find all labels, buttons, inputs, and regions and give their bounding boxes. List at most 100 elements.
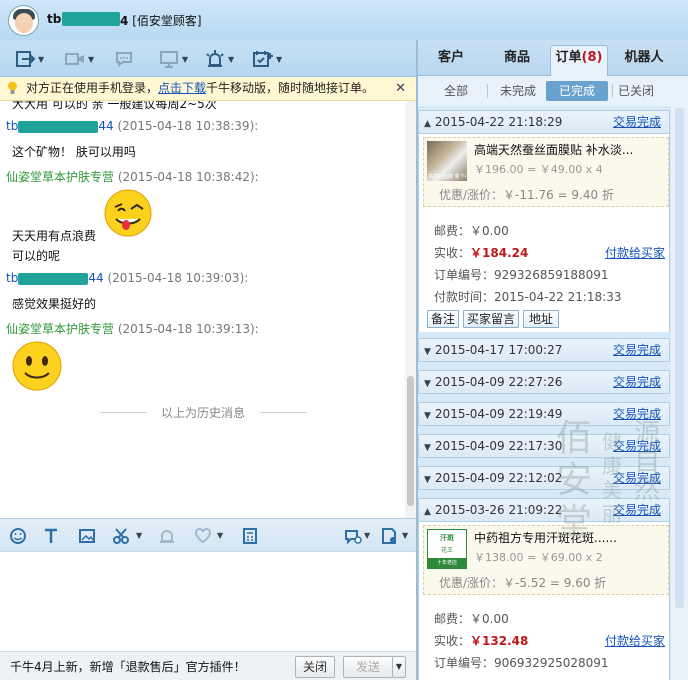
expand-arrow-icon[interactable]: ▼ bbox=[424, 379, 431, 389]
order-header[interactable]: ▼ 2015-04-09 22:27:26 交易完成 bbox=[418, 370, 670, 394]
document-settings-icon[interactable] bbox=[380, 527, 398, 545]
order-status-link[interactable]: 交易完成 bbox=[613, 467, 661, 489]
message-time: (2015-04-18 10:38:39): bbox=[117, 119, 259, 133]
message-text: 天天用有点浪费 bbox=[12, 229, 97, 243]
group-chat-button[interactable] bbox=[114, 48, 136, 70]
order-status-link[interactable]: 交易完成 bbox=[613, 371, 661, 393]
expand-arrow-icon[interactable]: ▼ bbox=[424, 347, 431, 357]
font-icon[interactable] bbox=[42, 527, 60, 545]
scissors-icon[interactable] bbox=[112, 527, 130, 545]
postage-row: 邮费：￥0.00 bbox=[434, 612, 509, 626]
notice-text-tail: 千牛移动版，随时随地接订单。 bbox=[206, 81, 375, 95]
product-title[interactable]: 中药祖方专用汗斑花斑...... bbox=[474, 529, 617, 546]
grin-tongue-emoji-icon bbox=[104, 189, 152, 237]
order-status-link[interactable]: 交易完成 bbox=[613, 339, 661, 361]
order-header[interactable]: ▼ 2015-04-17 17:00:27 交易完成 bbox=[418, 338, 670, 362]
alert-button[interactable]: ▼ bbox=[204, 48, 234, 70]
note-button[interactable]: 备注 bbox=[427, 310, 459, 328]
tab-customer[interactable]: 客户 bbox=[430, 48, 472, 76]
orders-scrollbar[interactable] bbox=[671, 106, 688, 680]
calculator-icon[interactable] bbox=[241, 527, 259, 545]
filter-all[interactable]: 全部 bbox=[438, 81, 474, 101]
sender-name: 仙姿堂草本护肤专营 bbox=[6, 170, 115, 184]
message-time: (2015-04-18 10:39:03): bbox=[107, 271, 249, 285]
chat-bubble-icon bbox=[116, 52, 132, 67]
quick-reply-icon[interactable] bbox=[344, 527, 362, 545]
emoji-icon[interactable] bbox=[9, 527, 27, 545]
expand-arrow-icon[interactable]: ▼ bbox=[424, 411, 431, 421]
bottom-bar: 千牛4月上新，新增「退款售后」官方插件！ 关闭 发送 ▼ bbox=[0, 651, 416, 680]
chevron-down-icon[interactable]: ▼ bbox=[136, 531, 142, 540]
video-call-button[interactable]: ▼ bbox=[64, 48, 94, 70]
expand-arrow-icon[interactable]: ▼ bbox=[424, 475, 431, 485]
postage-row: 邮费：￥0.00 bbox=[434, 224, 509, 238]
chevron-down-icon[interactable]: ▼ bbox=[217, 531, 223, 540]
order-header[interactable]: ▼ 2015-04-09 22:17:30 交易完成 bbox=[418, 434, 670, 458]
buyer-message-button[interactable]: 买家留言 bbox=[463, 310, 519, 328]
add-schedule-button[interactable]: ▼ bbox=[252, 48, 282, 70]
alarm-light-icon bbox=[206, 50, 224, 67]
product-item[interactable]: 汗斑 花王 十年老店 中药祖方专用汗斑花斑...... ￥138.00 = ￥6… bbox=[423, 525, 669, 595]
redacted-name-mask bbox=[62, 12, 120, 26]
filter-unfinished[interactable]: 未完成 bbox=[496, 81, 540, 101]
order-count-badge: (8) bbox=[581, 50, 603, 65]
close-notice-icon[interactable]: ✕ bbox=[395, 77, 406, 100]
discount-info: 优惠/涨价：￥-11.76 = 9.40 折 bbox=[439, 188, 614, 202]
close-button[interactable]: 关闭 bbox=[295, 656, 335, 678]
message-text: 大大用 可以的 亲 一般建议每周2~5次 bbox=[12, 101, 217, 111]
discount-info: 优惠/涨价：￥-5.52 = 9.60 折 bbox=[439, 576, 607, 590]
address-button[interactable]: 地址 bbox=[523, 310, 559, 328]
pay-buyer-link[interactable]: 付款给买家 bbox=[605, 632, 665, 649]
product-title[interactable]: 高端天然蚕丝面膜贴 补水淡... bbox=[474, 141, 633, 158]
order-header[interactable]: ▲ 2015-04-22 21:18:29 交易完成 bbox=[418, 110, 670, 134]
message-input[interactable] bbox=[0, 552, 416, 651]
order-status-link[interactable]: 交易完成 bbox=[613, 403, 661, 425]
chevron-down-icon[interactable]: ▼ bbox=[364, 531, 370, 540]
image-icon[interactable] bbox=[78, 527, 96, 545]
scroll-thumb[interactable] bbox=[675, 108, 684, 608]
message-time: (2015-04-18 10:39:13): bbox=[117, 322, 259, 336]
filter-closed[interactable]: 已关闭 bbox=[616, 81, 656, 101]
order-header[interactable]: ▼ 2015-04-09 22:19:49 交易完成 bbox=[418, 402, 670, 426]
smile-emoji-icon bbox=[12, 341, 62, 391]
vibrate-bell-icon[interactable] bbox=[158, 527, 176, 545]
transfer-icon bbox=[16, 51, 36, 67]
redacted-name-mask bbox=[18, 272, 89, 285]
product-thumbnail[interactable]: 高端好面膜 量下都在好 bbox=[427, 141, 467, 181]
sender-name: tb bbox=[6, 119, 19, 133]
send-options-chevron-icon[interactable]: ▼ bbox=[392, 656, 406, 678]
message-header: 仙姿堂草本护肤专营 (2015-04-18 10:38:42): bbox=[6, 168, 259, 185]
chat-scrollbar[interactable] bbox=[405, 101, 416, 518]
order-header[interactable]: ▼ 2015-04-09 22:12:02 交易完成 bbox=[418, 466, 670, 490]
input-toolbar: ▼ ▼ ▼ ▼ bbox=[0, 518, 416, 552]
screen-share-button[interactable]: ▼ bbox=[158, 48, 188, 70]
expand-arrow-icon[interactable]: ▼ bbox=[424, 443, 431, 453]
scroll-thumb[interactable] bbox=[407, 376, 414, 506]
redacted-name-mask bbox=[18, 120, 99, 133]
order-header[interactable]: ▲ 2015-03-26 21:09:22 交易完成 bbox=[418, 498, 670, 522]
pay-buyer-link[interactable]: 付款给买家 bbox=[605, 244, 665, 261]
heart-icon[interactable] bbox=[194, 527, 212, 545]
tab-product[interactable]: 商品 bbox=[496, 48, 538, 76]
message-header: 仙姿堂草本护肤专营 (2015-04-18 10:39:13): bbox=[6, 320, 259, 337]
download-link[interactable]: 点击下载 bbox=[158, 81, 206, 95]
transfer-button[interactable]: ▼ bbox=[14, 48, 44, 70]
lightbulb-icon bbox=[8, 81, 17, 94]
send-button[interactable]: 发送 bbox=[343, 656, 393, 678]
order-status-link[interactable]: 交易完成 bbox=[613, 111, 661, 133]
tab-robot[interactable]: 机器人 bbox=[614, 48, 674, 76]
filter-completed[interactable]: 已完成 bbox=[546, 81, 608, 101]
collapse-arrow-icon[interactable]: ▲ bbox=[424, 507, 431, 517]
avatar[interactable] bbox=[8, 5, 39, 36]
order-card: 汗斑 花王 十年老店 中药祖方专用汗斑花斑...... ￥138.00 = ￥6… bbox=[418, 522, 670, 680]
product-thumbnail[interactable]: 汗斑 花王 十年老店 bbox=[427, 529, 467, 569]
collapse-arrow-icon[interactable]: ▲ bbox=[424, 119, 431, 129]
order-status-link[interactable]: 交易完成 bbox=[613, 435, 661, 457]
contact-name-prefix: tb bbox=[47, 12, 62, 26]
order-status-link[interactable]: 交易完成 bbox=[613, 499, 661, 521]
tab-orders[interactable]: 订单(8) bbox=[550, 45, 608, 76]
chevron-down-icon[interactable]: ▼ bbox=[402, 531, 408, 540]
chat-toolbar: ▼ ▼ ▼ ▼ ▼ bbox=[0, 40, 416, 77]
message-text: 这个矿物！ 肤可以用吗 bbox=[12, 145, 136, 159]
product-item[interactable]: 高端好面膜 量下都在好 高端天然蚕丝面膜贴 补水淡... ￥196.00 = ￥… bbox=[423, 137, 669, 207]
